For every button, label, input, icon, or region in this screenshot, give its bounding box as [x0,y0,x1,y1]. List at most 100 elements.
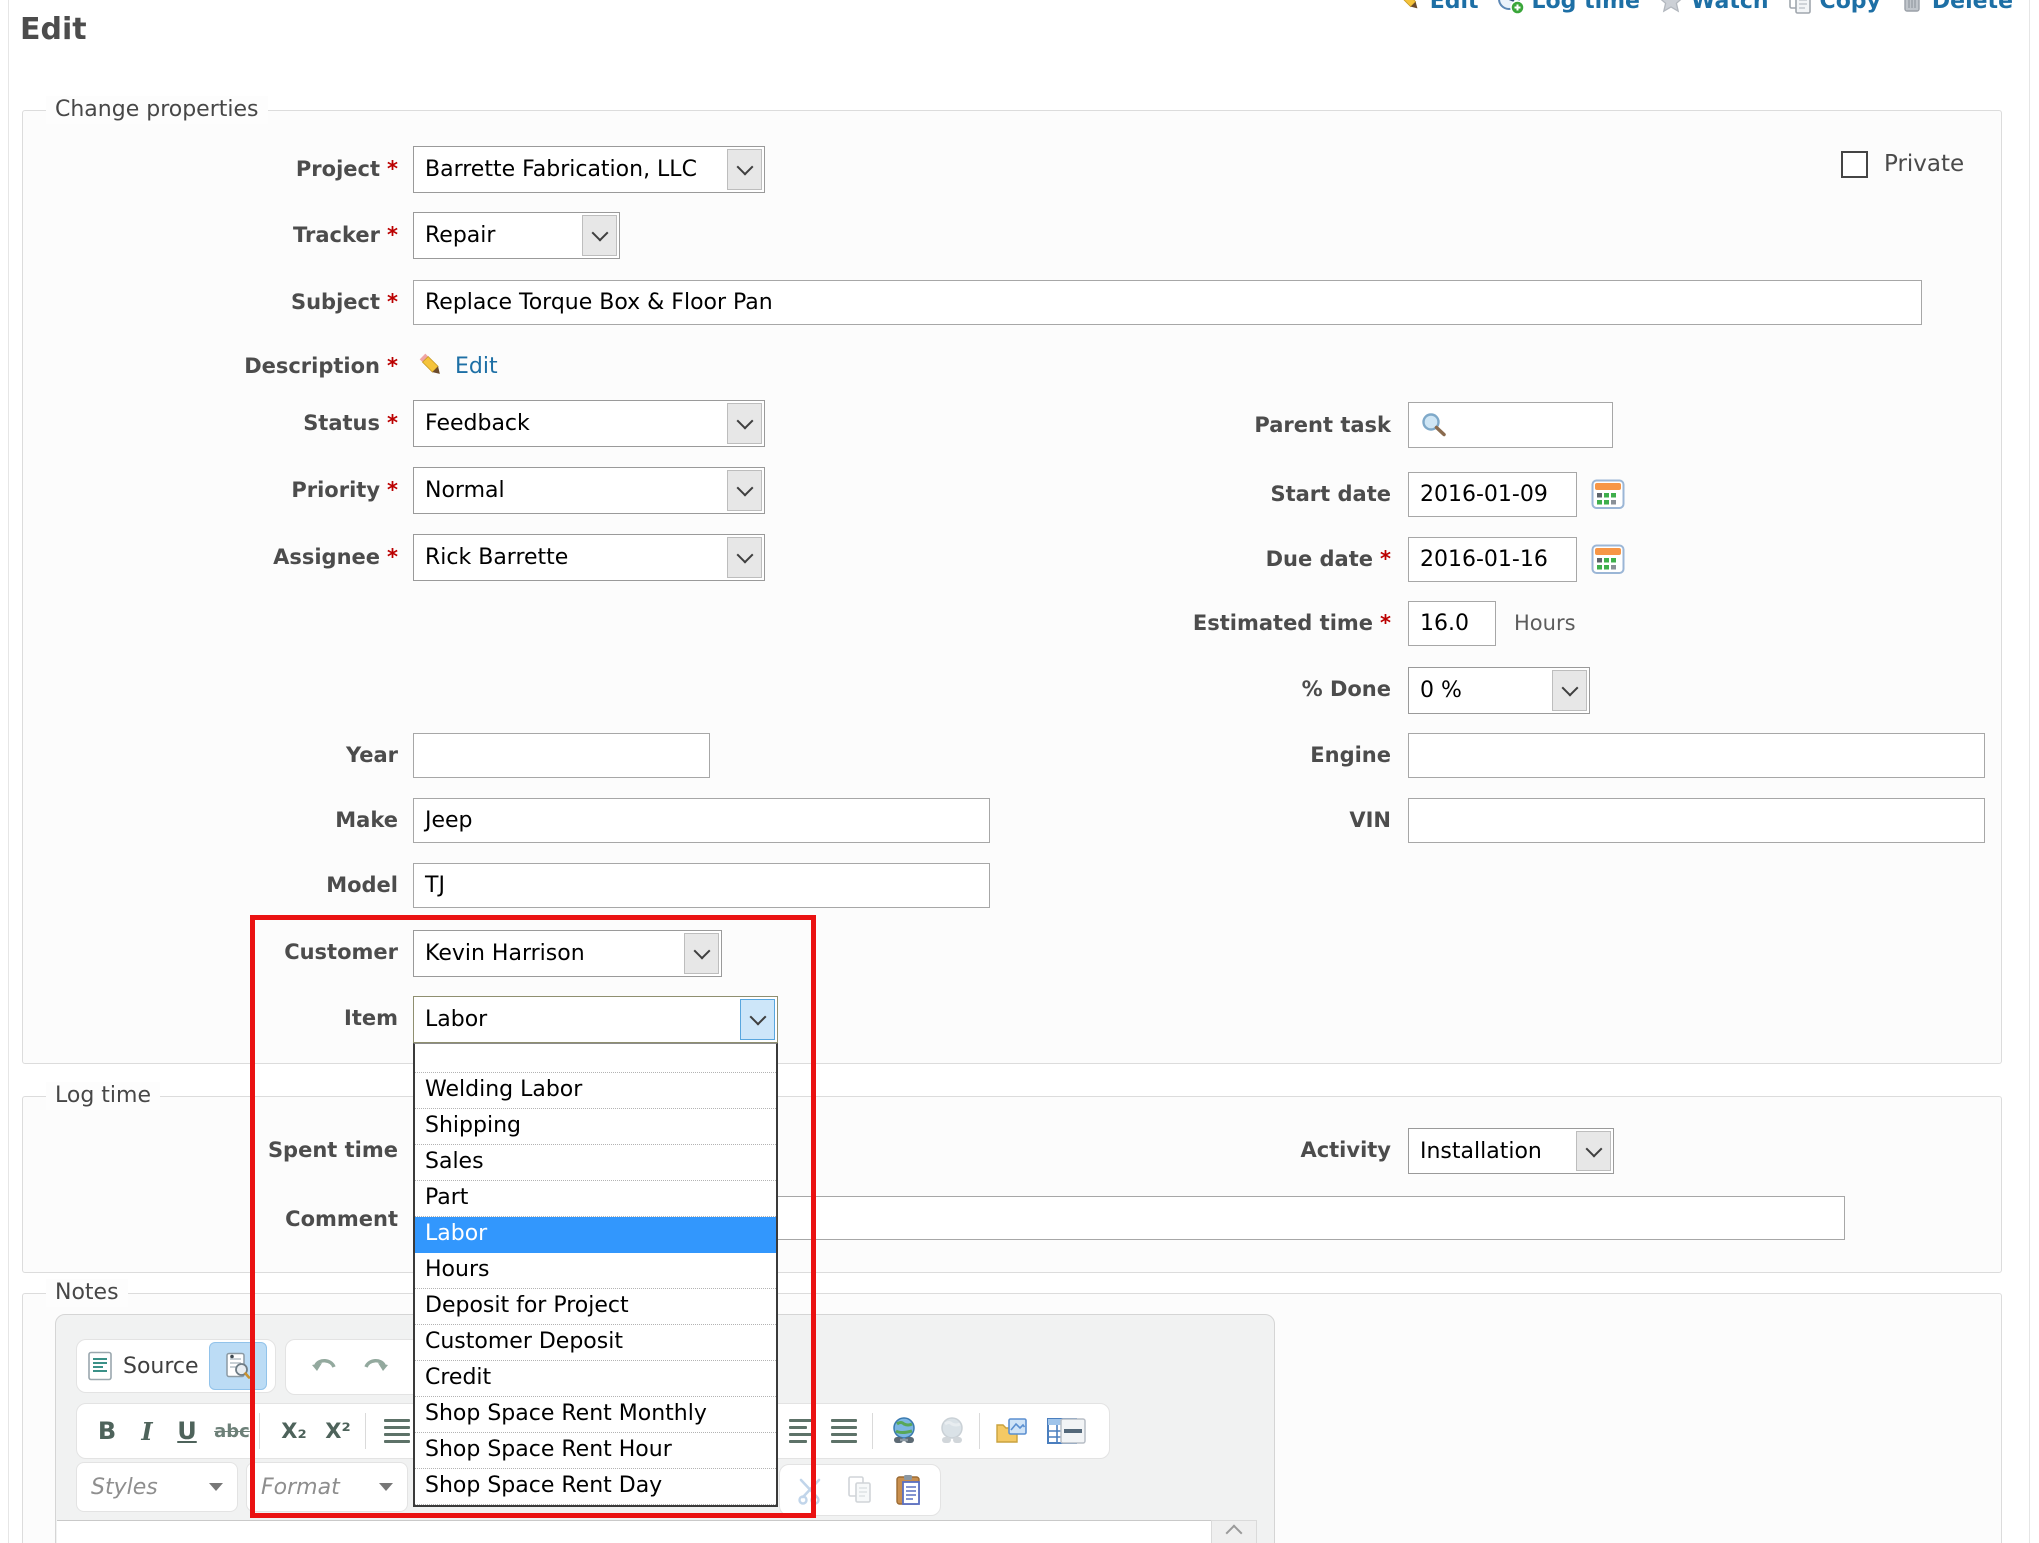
horizontal-line-button[interactable] [1053,1413,1093,1449]
item-dropdown-option[interactable]: Labor [415,1217,776,1253]
priority-select[interactable]: Normal [413,467,765,514]
item-dropdown-option[interactable]: Customer Deposit [415,1325,776,1361]
subscript-button[interactable]: X₂ [273,1413,315,1449]
customer-select[interactable]: Kevin Harrison [413,930,722,977]
toolbar-separator [259,1413,260,1449]
toolbar-group-clipboard [779,1464,941,1516]
italic-button[interactable]: I [132,1413,162,1449]
item-dropdown-option[interactable]: Shop Space Rent Hour [415,1433,776,1469]
project-select[interactable]: Barrette Fabrication, LLC [413,146,765,193]
styles-dropdown[interactable]: Styles [76,1462,238,1512]
start-date-input[interactable]: 2016-01-09 [1408,472,1577,517]
assignee-select[interactable]: Rick Barrette [413,534,765,581]
engine-input[interactable] [1408,733,1985,778]
item-dropdown-option[interactable]: Shipping [415,1109,776,1145]
description-label: Description [244,352,380,380]
tracker-select-value: Repair [425,223,495,248]
calendar-icon[interactable] [1591,478,1625,510]
action-log-time[interactable]: Log time [1497,0,1640,15]
underline-button[interactable]: U [170,1413,204,1449]
action-watch[interactable]: Watch [1658,0,1769,14]
due-date-label: Due date [1266,545,1373,573]
action-copy-label: Copy [1820,0,1881,14]
activity-select[interactable]: Installation [1408,1128,1614,1174]
item-dropdown-option[interactable]: Deposit for Project [415,1289,776,1325]
editor-scrollbar-up[interactable] [1211,1520,1257,1543]
parent-task-input[interactable] [1408,402,1613,448]
year-input[interactable] [413,733,710,778]
item-select[interactable]: Labor [413,996,778,1043]
change-properties-legend: Change properties [46,96,268,124]
required-asterisk: * [1380,609,1391,637]
priority-label: Priority [291,476,380,504]
item-dropdown-option[interactable]: Shop Space Rent Day [415,1469,776,1505]
item-select-value: Labor [425,1007,487,1032]
private-checkbox[interactable] [1841,151,1868,178]
bold-button[interactable]: B [90,1413,124,1449]
action-edit-label: Edit [1430,0,1479,14]
comment-label: Comment [285,1205,398,1233]
parent-task-label: Parent task [1254,411,1391,439]
description-edit-link[interactable]: Edit [455,354,498,379]
project-label: Project [296,155,380,183]
italic-icon: I [141,1417,152,1446]
preview-button[interactable] [209,1342,267,1390]
caret-down-icon [209,1483,223,1491]
action-edit[interactable]: Edit [1397,0,1479,14]
project-select-value: Barrette Fabrication, LLC [425,157,697,182]
chevron-down-icon [727,537,762,578]
justify-left-button[interactable] [783,1413,821,1449]
make-input[interactable]: Jeep [413,798,990,843]
item-dropdown-option[interactable]: Welding Labor [415,1073,776,1109]
image-icon [995,1416,1029,1446]
due-date-value: 2016-01-16 [1420,547,1548,572]
source-button[interactable]: Source [87,1351,199,1381]
superscript-button[interactable]: X² [317,1413,359,1449]
calendar-icon[interactable] [1591,543,1625,575]
redo-button[interactable] [356,1349,396,1385]
private-label: Private [1884,150,1964,178]
justify-block-button[interactable] [825,1413,863,1449]
page-right-border [2029,0,2030,1543]
format-dropdown[interactable]: Format [246,1462,408,1512]
item-dropdown-option-blank[interactable] [415,1044,776,1073]
copy-button[interactable] [840,1472,880,1508]
status-select[interactable]: Feedback [413,400,765,447]
image-button[interactable] [989,1413,1035,1449]
source-document-icon [87,1351,113,1381]
source-button-label: Source [123,1354,199,1379]
unlink-button[interactable] [930,1413,974,1449]
percent-done-label: % Done [1302,675,1391,703]
item-dropdown-option[interactable]: Part [415,1181,776,1217]
paste-clipboard-icon [894,1474,924,1506]
bold-icon: B [98,1417,116,1445]
required-asterisk: * [387,476,398,504]
item-dropdown-option[interactable]: Sales [415,1145,776,1181]
item-dropdown-option[interactable]: Hours [415,1253,776,1289]
percent-done-select[interactable]: 0 % [1408,667,1590,714]
paste-button[interactable] [888,1472,930,1508]
estimated-time-input[interactable]: 16.0 [1408,601,1496,646]
log-time-legend: Log time [46,1082,160,1110]
link-button[interactable] [882,1413,926,1449]
due-date-input[interactable]: 2016-01-16 [1408,537,1577,582]
chevron-down-icon [1552,670,1587,711]
strikethrough-button[interactable]: abc [210,1413,254,1449]
subject-input[interactable]: Replace Torque Box & Floor Pan [413,280,1922,325]
unlink-globe-icon [936,1416,968,1446]
undo-icon [309,1355,339,1379]
action-delete[interactable]: Delete [1899,0,2013,14]
caret-down-icon [379,1483,393,1491]
item-dropdown-option[interactable]: Credit [415,1361,776,1397]
vin-input[interactable] [1408,798,1985,843]
item-dropdown-option[interactable]: Shop Space Rent Monthly [415,1397,776,1433]
notes-content-area[interactable] [57,1520,1211,1543]
trash-icon [1899,0,1925,14]
cut-button[interactable] [790,1472,830,1508]
model-input[interactable]: TJ [413,863,990,908]
tracker-select[interactable]: Repair [413,212,620,259]
status-label: Status [303,409,380,437]
undo-button[interactable] [304,1349,344,1385]
numbered-list-button[interactable] [377,1413,417,1449]
action-copy[interactable]: Copy [1787,0,1881,14]
